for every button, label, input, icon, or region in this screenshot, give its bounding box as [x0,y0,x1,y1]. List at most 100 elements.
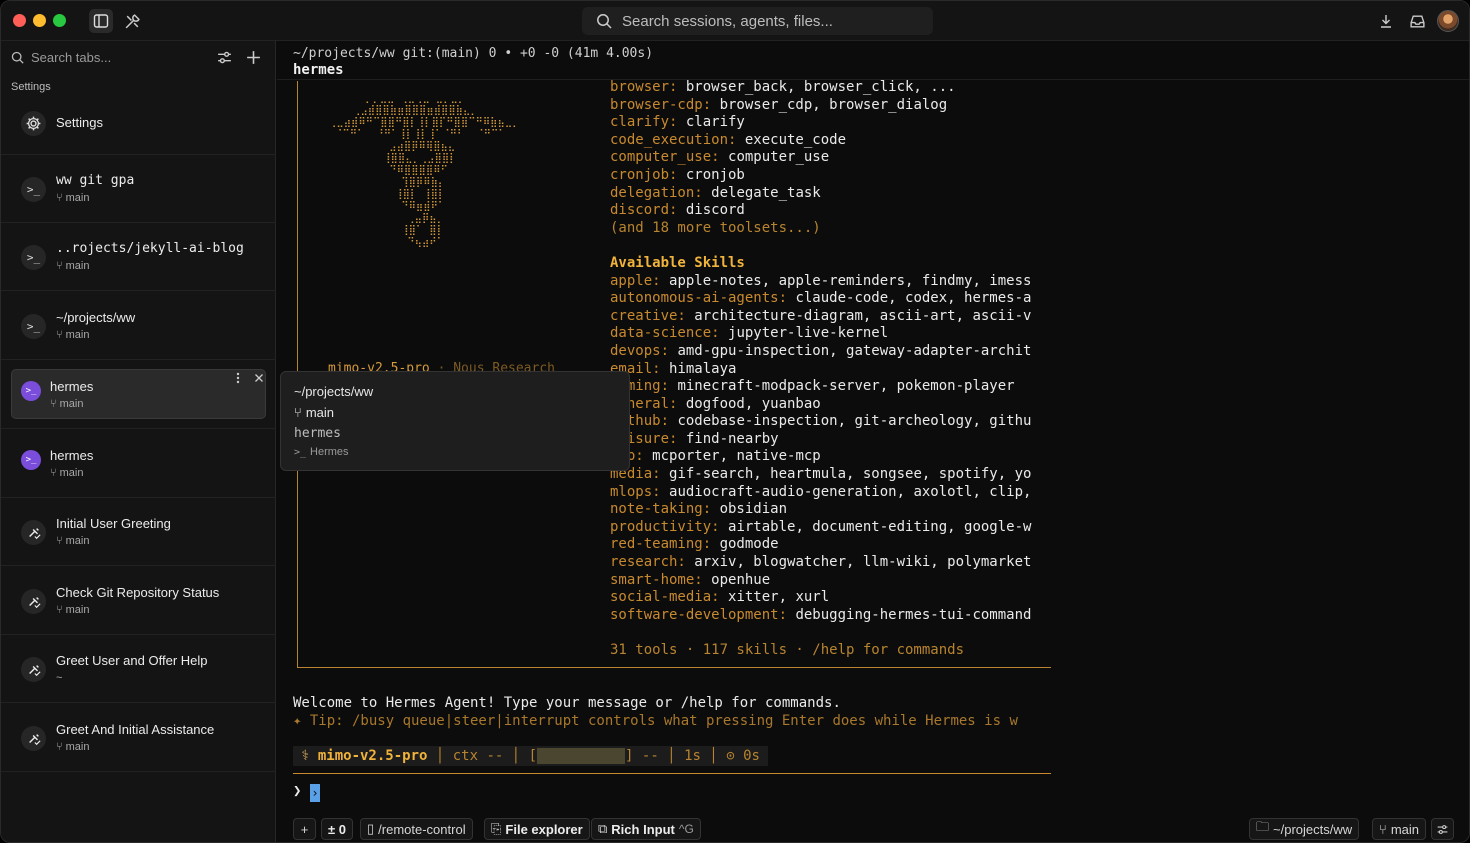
file-explorer-button[interactable]: ⎘ File explorer [484,818,590,840]
tools-button[interactable] [120,9,144,33]
filter-icon[interactable] [216,49,233,66]
popup-name: hermes [294,426,341,441]
branch-icon: ⑂ [56,604,63,616]
branch-button[interactable]: ⑂ main [1372,818,1426,840]
toolsets-list: browser: browser_back, browser_click, ..… [610,79,1050,660]
status-elapsed: 1s [684,748,701,764]
global-search[interactable]: Search sessions, agents, files... [582,7,933,35]
terminal-icon: >_ [21,245,46,270]
sidebar-item-agent[interactable]: Greet User and Offer Help ~ [1,635,276,703]
session-hover-card: ~/projects/ww ⑂ main hermes >_ Hermes [280,371,630,471]
terminal-title: hermes [293,62,344,78]
cwd-button[interactable]: 🗀 ~/projects/ww [1249,818,1360,840]
new-tab-icon[interactable] [245,49,262,66]
toolset-row: clarify: clarify [610,114,745,131]
popup-path: ~/projects/ww [294,384,374,399]
download-button[interactable] [1374,9,1398,33]
search-icon [11,51,24,64]
tip-message: ✦ Tip: /busy queue|steer|interrupt contr… [293,713,1018,729]
skill-row: note-taking: obsidian [610,501,788,518]
rich-input-button[interactable]: ⧉ Rich Input ^G [591,818,701,840]
close-window-button[interactable] [13,14,26,27]
sidebar-item-branch: ⑂ main [56,604,90,616]
terminal-path: ~/projects/ww git:(main) 0 • +0 -0 (41m … [293,46,654,61]
skill-row: productivity: airtable, document-editing… [610,518,1032,535]
skill-row: general: dogfood, yuanbao [610,395,821,412]
sliders-icon [1437,824,1448,834]
skill-row: apple: apple-notes, apple-reminders, fin… [610,272,1032,289]
app-window: Search sessions, agents, files... Search… [0,0,1470,843]
sidebar-item-label: ww git gpa [56,173,135,188]
branch-icon: ⑂ [56,192,63,204]
input-divider [293,773,1051,774]
terminal-pane[interactable]: ~/projects/ww git:(main) 0 • +0 -0 (41m … [277,41,1469,842]
hermes-staff-icon: ⚕ [301,748,318,764]
tab-search-input[interactable]: Search tabs... [31,50,111,65]
minimize-window-button[interactable] [33,14,46,27]
context-progress-bar [537,748,626,764]
skill-row: red-teaming: godmode [610,536,779,553]
branch-icon: ⑂ [1379,821,1387,837]
gear-icon [21,111,46,136]
sidebar-item-hermes-active[interactable]: >_ hermes ⑂ main [1,361,276,429]
add-button[interactable]: + [293,818,316,840]
sidebar-item-session[interactable]: >_ ~/projects/ww ⑂ main [1,292,276,360]
close-icon[interactable] [250,369,268,387]
branch-icon: ⑂ [56,260,63,272]
inbox-icon [1409,14,1425,28]
sidebar-icon [93,14,109,28]
agent-icon [21,589,46,614]
status-ctx: ctx -- [452,748,504,764]
branch-icon: ⑂ [56,329,63,341]
sidebar-item-agent[interactable]: Greet And Initial Assistance ⑂ main [1,704,276,772]
branch-icon: ⑂ [56,741,63,753]
sidebar-item-branch: ⑂ main [56,192,90,204]
settings-toggle-button[interactable] [1431,818,1454,840]
sidebar-item-branch: ⑂ main [56,329,90,341]
remote-control-button[interactable]: ▯/remote-control [360,818,473,840]
user-avatar[interactable] [1437,10,1459,32]
popup-branch: ⑂ main [294,405,334,420]
skill-row: devops: amd-gpu-inspection, gateway-adap… [610,342,1032,359]
skill-row: research: arxiv, blogwatcher, llm-wiki, … [610,554,1032,571]
toolset-row: browser-cdp: browser_cdp, browser_dialog [610,96,948,113]
diff-button[interactable]: ± 0 [321,818,353,840]
hermes-icon: >_ [21,381,41,401]
global-search-placeholder: Search sessions, agents, files... [622,12,833,30]
toolset-row: delegation: delegate_task [610,184,821,201]
sidebar: Search tabs... Settings Settings >_ ww g… [1,41,276,842]
toggle-sidebar-button[interactable] [89,9,113,33]
skill-row: smart-home: openhue [610,571,771,588]
branch-icon: ⑂ [50,467,57,479]
input-cursor[interactable]: › [310,784,320,802]
summary-line: 31 tools · 117 skills · /help for comman… [610,642,965,658]
sidebar-item-hermes[interactable]: >_ hermes ⑂ main [1,430,276,498]
sidebar-item-branch: ⑂ main [50,398,84,410]
sidebar-item-branch: ~ [56,672,63,684]
folder-icon: 🗀 [1256,819,1270,834]
tab-search[interactable]: Search tabs... [1,41,276,75]
hermes-icon: >_ [21,450,41,470]
zoom-window-button[interactable] [53,14,66,27]
status-timer: ⊙ 0s [726,748,760,764]
toolset-row: discord: discord [610,202,745,219]
sidebar-item-agent[interactable]: Initial User Greeting ⑂ main [1,498,276,566]
sidebar-item-label: Initial User Greeting [56,516,171,531]
sidebar-item-session[interactable]: >_ ..rojects/jekyll-ai-blog ⑂ main [1,223,276,291]
inbox-button[interactable] [1405,9,1429,33]
sidebar-item-agent[interactable]: Check Git Repository Status ⑂ main [1,567,276,635]
skill-row: mcp: mcporter, native-mcp [610,448,821,465]
sidebar-item-label: ..rojects/jekyll-ai-blog [56,241,244,256]
sidebar-item-settings[interactable]: Settings [1,97,276,155]
section-label: Settings [11,81,51,93]
agent-icon [21,657,46,682]
rich-input-icon: ⧉ [598,821,608,836]
more-toolsets: (and 18 more toolsets...) [610,219,821,236]
branch-icon: ⑂ [56,535,63,547]
phone-icon: ▯ [367,821,375,836]
titlebar: Search sessions, agents, files... [1,1,1469,41]
sidebar-item-branch: ⑂ main [56,535,90,547]
skills-heading: Available Skills [610,254,745,271]
sidebar-item-session[interactable]: >_ ww git gpa ⑂ main [1,155,276,223]
more-options-icon[interactable] [229,369,247,387]
